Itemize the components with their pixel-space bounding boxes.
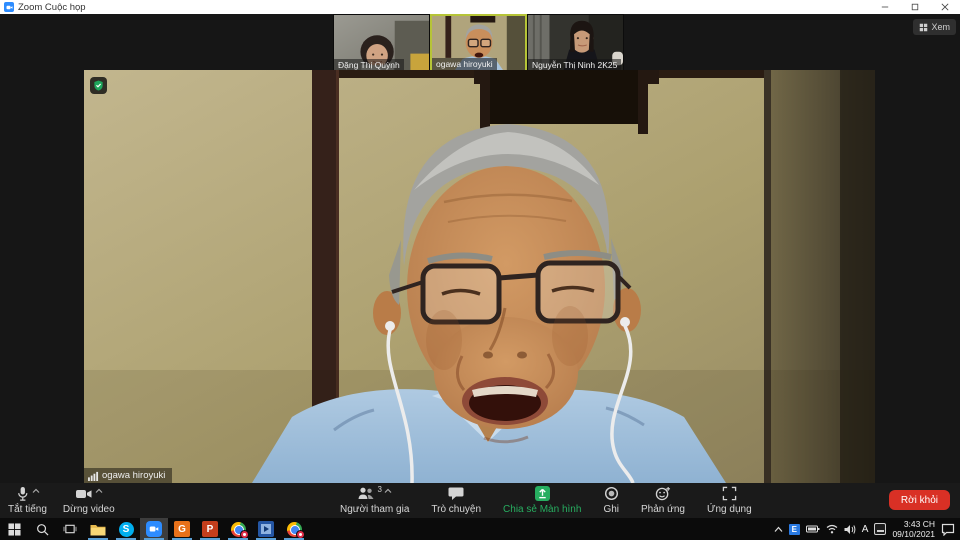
apps-icon — [722, 486, 737, 501]
taskbar-clock[interactable]: 3:43 CH 09/10/2021 — [892, 519, 935, 539]
video-options-chevron-icon[interactable] — [95, 488, 103, 494]
share-screen-label: Chia sẻ Màn hình — [503, 504, 581, 515]
task-view-icon — [63, 523, 77, 535]
microphone-icon — [15, 486, 30, 502]
system-tray: E A 3:43 CH 09/10/2021 — [774, 518, 960, 540]
record-label: Ghi — [603, 504, 619, 515]
chat-icon — [448, 486, 464, 501]
speaker-nametag: ogawa hiroyuki — [84, 468, 172, 483]
chrome-icon — [231, 522, 246, 537]
movies-tv-icon — [258, 521, 274, 537]
wifi-icon[interactable] — [826, 524, 838, 534]
participants-count-badge: 3 — [377, 485, 381, 494]
volume-icon[interactable] — [844, 524, 856, 535]
participants-label: Người tham gia — [340, 504, 409, 515]
record-button[interactable]: Ghi — [603, 486, 619, 515]
unikey-icon[interactable]: E — [789, 524, 800, 535]
participants-icon — [357, 486, 375, 501]
taskbar-search-button[interactable] — [28, 518, 56, 540]
orange-g-app-icon: G — [174, 521, 190, 537]
taskbar-skype-icon[interactable]: S — [112, 518, 140, 540]
window-titlebar: Zoom Cuộc họp — [0, 0, 960, 14]
reactions-smiley-icon — [655, 486, 671, 501]
reactions-label: Phản ứng — [641, 504, 685, 515]
notification-badge — [240, 530, 249, 539]
mute-options-chevron-icon[interactable] — [32, 488, 40, 494]
mute-label: Tắt tiếng — [8, 504, 47, 515]
zoom-icon — [146, 521, 162, 537]
video-camera-icon — [75, 486, 93, 502]
thumbnail-nguyen-thi-ninh[interactable]: Nguyễn Thị Ninh 2K25 — [527, 14, 624, 72]
share-screen-icon — [535, 486, 550, 501]
apps-label: Ứng dụng — [707, 504, 752, 515]
powerpoint-icon: P — [202, 521, 218, 537]
stop-video-button[interactable]: Dừng video — [63, 486, 115, 515]
taskbar-orange-g-app-icon[interactable]: G — [168, 518, 196, 540]
apps-button[interactable]: Ứng dụng — [707, 486, 752, 515]
screen: Zoom Cuộc họp — [0, 0, 960, 540]
thumbnail-ogawa-hiroyuki[interactable]: ogawa hiroyuki — [430, 14, 527, 72]
chrome-icon — [287, 522, 302, 537]
zoom-app-icon — [4, 2, 14, 12]
windows-logo-icon — [8, 523, 21, 536]
view-button-label: Xem — [931, 22, 950, 32]
meeting-security-shield-icon[interactable] — [90, 77, 107, 94]
minimize-button[interactable] — [870, 0, 900, 14]
participants-button[interactable]: 3 Người tham gia — [340, 486, 409, 515]
grid-view-icon — [919, 23, 928, 32]
share-screen-button[interactable]: Chia sẻ Màn hình — [503, 486, 581, 515]
taskbar-zoom-icon[interactable] — [140, 518, 168, 540]
window-title: Zoom Cuộc họp — [18, 2, 86, 13]
hidden-icons-chevron-icon[interactable] — [774, 526, 783, 533]
participants-chevron-icon[interactable] — [384, 488, 392, 494]
notification-badge — [296, 530, 305, 539]
zoom-client: Đặng Thị Quỳnh ogawa hiroyuki — [0, 14, 960, 518]
start-button[interactable] — [0, 518, 28, 540]
view-button[interactable]: Xem — [913, 19, 956, 35]
thumbnail-strip: Đặng Thị Quỳnh ogawa hiroyuki — [333, 14, 624, 72]
search-icon — [36, 523, 49, 536]
taskbar-powerpoint-icon[interactable]: P — [196, 518, 224, 540]
battery-icon[interactable] — [806, 525, 820, 533]
record-icon — [604, 486, 619, 501]
close-button[interactable] — [930, 0, 960, 14]
taskbar-movies-tv-icon[interactable] — [252, 518, 280, 540]
action-center-icon[interactable] — [941, 523, 955, 536]
meeting-toolbar: Tắt tiếng Dừng video — [0, 483, 960, 518]
participant-name-label: ogawa hiroyuki — [432, 58, 497, 70]
main-video-feed: ogawa hiroyuki — [84, 70, 875, 483]
task-view-button[interactable] — [56, 518, 84, 540]
clock-time: 3:43 CH — [892, 519, 935, 529]
chat-label: Trò chuyện — [431, 504, 481, 515]
connection-signal-icon — [88, 471, 99, 481]
taskbar-file-explorer-icon[interactable] — [84, 518, 112, 540]
touch-keyboard-icon[interactable] — [874, 523, 886, 535]
skype-icon: S — [119, 522, 134, 537]
mute-button[interactable]: Tắt tiếng — [8, 486, 47, 515]
speaker-video-scene — [84, 70, 875, 483]
reactions-button[interactable]: Phản ứng — [641, 486, 685, 515]
clock-date: 09/10/2021 — [892, 529, 935, 539]
taskbar-chrome-icon-1[interactable] — [224, 518, 252, 540]
taskbar-chrome-icon-2[interactable] — [280, 518, 308, 540]
folder-icon — [90, 523, 106, 536]
stop-video-label: Dừng video — [63, 504, 115, 515]
speaker-name-label: ogawa hiroyuki — [102, 470, 165, 481]
maximize-button[interactable] — [900, 0, 930, 14]
leave-meeting-button[interactable]: Rời khỏi — [889, 490, 950, 510]
ime-language-icon[interactable]: A — [862, 524, 869, 535]
chat-button[interactable]: Trò chuyện — [431, 486, 481, 515]
thumbnail-dang-thi-quynh[interactable]: Đặng Thị Quỳnh — [333, 14, 430, 72]
windows-taskbar: S G P — [0, 518, 960, 540]
